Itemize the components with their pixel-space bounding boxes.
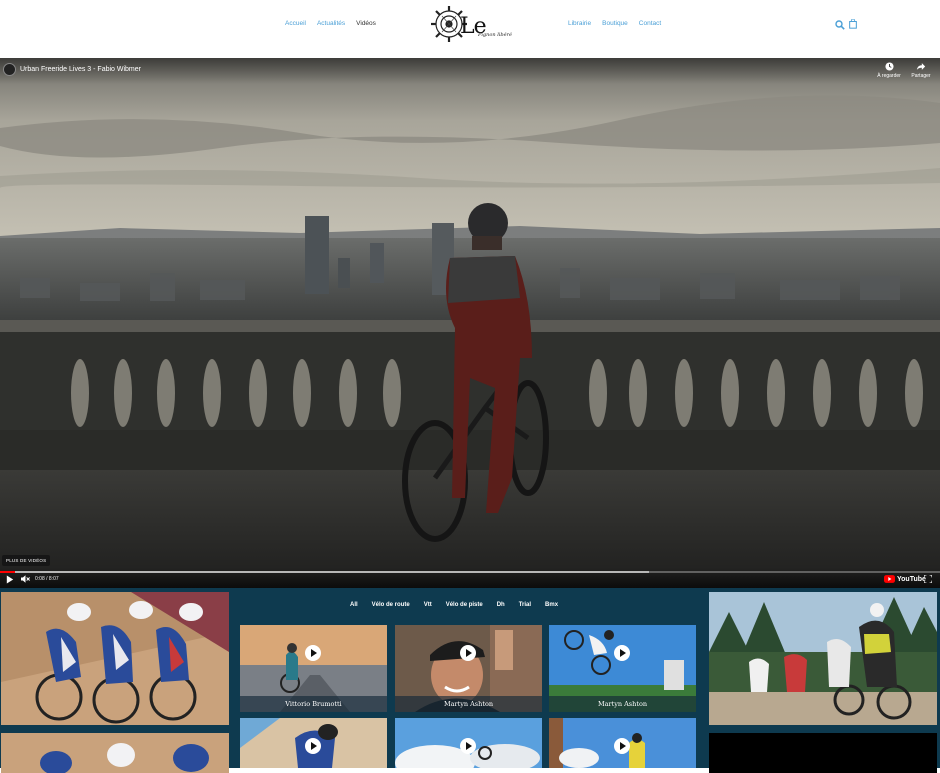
logo-subtitle: Pignon libéré: [478, 32, 512, 38]
category-filters: All Vélo de route Vtt Vélo de piste Dh T…: [350, 602, 572, 608]
filter-trial[interactable]: Trial: [519, 602, 531, 608]
play-button-icon[interactable]: [614, 645, 630, 661]
video-card-title: Martyn Ashton: [395, 696, 542, 712]
volume-muted-icon[interactable]: [21, 575, 30, 583]
play-button-icon[interactable]: [305, 738, 321, 754]
channel-avatar[interactable]: [3, 63, 16, 76]
main-nav-right: Librairie Boutique Contact: [568, 20, 661, 27]
watch-later-label: À regarder: [877, 73, 901, 79]
video-title[interactable]: Urban Freeride Lives 3 - Fabio Wibmer: [20, 66, 141, 73]
play-button-icon[interactable]: [460, 738, 476, 754]
share-button[interactable]: Partager: [906, 62, 936, 79]
video-frame: [0, 58, 940, 588]
nav-link-actualites[interactable]: Actualités: [317, 20, 345, 27]
progress-bar[interactable]: [0, 571, 940, 573]
video-card[interactable]: [395, 718, 542, 768]
time-display: 0:08 / 8:07: [35, 576, 59, 582]
watch-later-button[interactable]: À regarder: [874, 62, 904, 79]
youtube-logo[interactable]: YouTube: [884, 575, 926, 583]
share-label: Partager: [911, 73, 931, 79]
play-button-icon[interactable]: [460, 645, 476, 661]
mountain-bike-race-image: [709, 592, 937, 725]
filter-dh[interactable]: Dh: [497, 602, 505, 608]
play-button-icon[interactable]: [614, 738, 630, 754]
video-card[interactable]: Martyn Ashton: [549, 625, 696, 712]
progress-played: [0, 571, 16, 573]
more-videos-button[interactable]: PLUS DE VIDÉOS: [2, 555, 51, 566]
progress-loaded: [0, 571, 649, 573]
track-cycling-image-2: [1, 733, 229, 773]
nav-link-accueil[interactable]: Accueil: [285, 20, 306, 27]
nav-link-videos[interactable]: Vidéos: [356, 20, 376, 27]
video-card[interactable]: [240, 718, 387, 768]
video-card[interactable]: Vittorio Brumotti: [240, 625, 387, 712]
video-card-title: Martyn Ashton: [549, 696, 696, 712]
filter-velo-de-piste[interactable]: Vélo de piste: [446, 602, 483, 608]
video-gallery-section: All Vélo de route Vtt Vélo de piste Dh T…: [0, 588, 940, 773]
track-cycling-image: [1, 592, 229, 725]
filter-all[interactable]: All: [350, 602, 358, 608]
shopping-bag-icon[interactable]: [848, 19, 858, 29]
video-card-title: Vittorio Brumotti: [240, 696, 387, 712]
play-button-icon[interactable]: [305, 645, 321, 661]
nav-link-librairie[interactable]: Librairie: [568, 20, 591, 27]
video-player[interactable]: Urban Freeride Lives 3 - Fabio Wibmer À …: [0, 58, 940, 588]
share-icon: [916, 63, 926, 70]
nav-link-contact[interactable]: Contact: [639, 20, 661, 27]
nav-link-boutique[interactable]: Boutique: [602, 20, 628, 27]
play-icon[interactable]: [6, 575, 14, 584]
video-top-bar: [0, 58, 940, 84]
site-logo[interactable]: Le Pignon libéré: [430, 2, 512, 48]
filter-vtt[interactable]: Vtt: [424, 602, 432, 608]
filter-velo-de-route[interactable]: Vélo de route: [372, 602, 410, 608]
fullscreen-icon[interactable]: [924, 575, 932, 583]
main-nav-left: Accueil Actualités Vidéos: [285, 20, 376, 27]
youtube-label: YouTube: [897, 575, 926, 583]
video-thumbnail-dark: [709, 733, 937, 773]
search-icon[interactable]: [835, 20, 845, 30]
clock-icon: [884, 62, 894, 71]
youtube-icon: [884, 575, 895, 583]
video-card[interactable]: Martyn Ashton: [395, 625, 542, 712]
site-header: Accueil Actualités Vidéos Le Pignon libé…: [0, 0, 940, 58]
filter-bmx[interactable]: Bmx: [545, 602, 558, 608]
video-card[interactable]: [549, 718, 696, 768]
